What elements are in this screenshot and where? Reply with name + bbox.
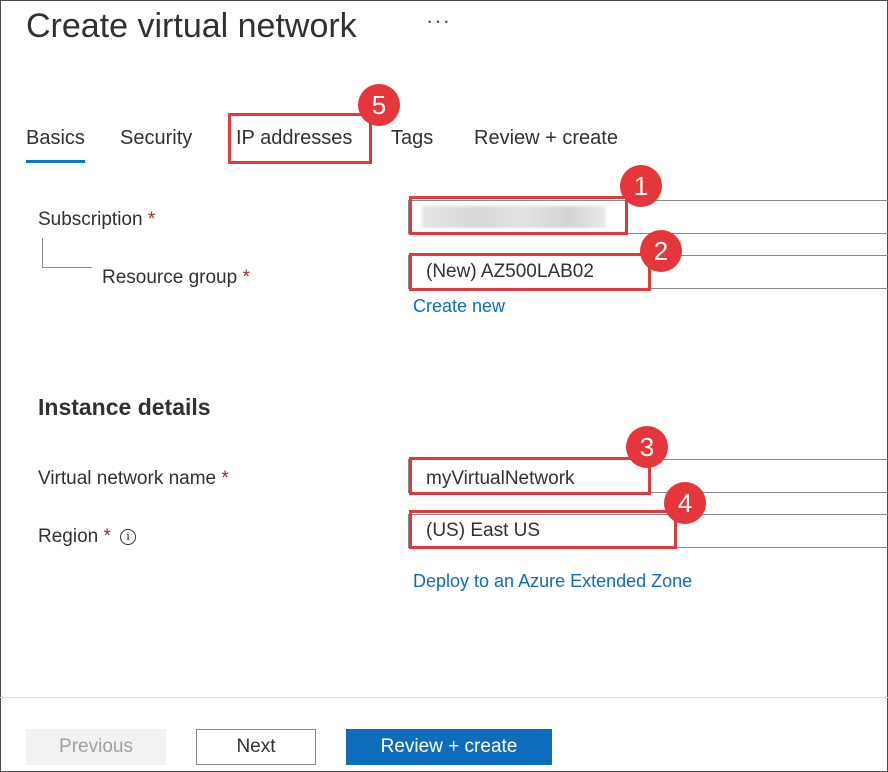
info-icon[interactable]: i (120, 529, 136, 545)
annotation-badge-5: 5 (358, 84, 400, 126)
required-marker: * (103, 526, 111, 547)
tab-security[interactable]: Security (120, 124, 192, 152)
tree-connector (42, 238, 43, 267)
review-create-button[interactable]: Review + create (346, 729, 552, 765)
region-label-text: Region (38, 526, 99, 547)
required-marker: * (147, 209, 156, 230)
window-frame (0, 0, 888, 772)
annotation-box-subscription (409, 196, 628, 235)
annotation-badge-2: 2 (640, 230, 682, 272)
annotation-badge-1: 1 (620, 165, 662, 207)
required-marker: * (242, 267, 250, 288)
instance-details-heading: Instance details (38, 394, 211, 420)
resource-group-label-text: Resource group (102, 267, 238, 288)
subscription-label: Subscription * (38, 207, 155, 233)
vnet-name-label-text: Virtual network name (38, 468, 217, 489)
tab-review-create[interactable]: Review + create (474, 124, 618, 152)
annotation-box-resource-group (409, 253, 651, 291)
annotation-badge-4: 4 (664, 482, 706, 524)
resource-group-label: Resource group * (102, 265, 250, 291)
annotation-box-region (409, 510, 677, 549)
region-label: Region * (38, 524, 111, 550)
tab-tags[interactable]: Tags (391, 124, 433, 152)
create-new-link[interactable]: Create new (413, 294, 505, 318)
page-title: Create virtual network (26, 7, 357, 45)
tab-basics[interactable]: Basics (26, 124, 85, 163)
more-options-icon[interactable]: ··· (426, 8, 451, 34)
annotation-badge-3: 3 (626, 426, 668, 468)
next-button[interactable]: Next (196, 729, 316, 765)
annotation-box-vnet-name (409, 457, 651, 495)
annotation-box-ip-addresses (228, 113, 372, 164)
footer-divider (0, 697, 888, 698)
subscription-label-text: Subscription (38, 209, 143, 230)
previous-button[interactable]: Previous (26, 729, 166, 765)
extended-zone-link[interactable]: Deploy to an Azure Extended Zone (413, 569, 692, 593)
tree-connector-horizontal (42, 267, 92, 268)
required-marker: * (221, 468, 229, 489)
vnet-name-label: Virtual network name * (38, 466, 229, 492)
